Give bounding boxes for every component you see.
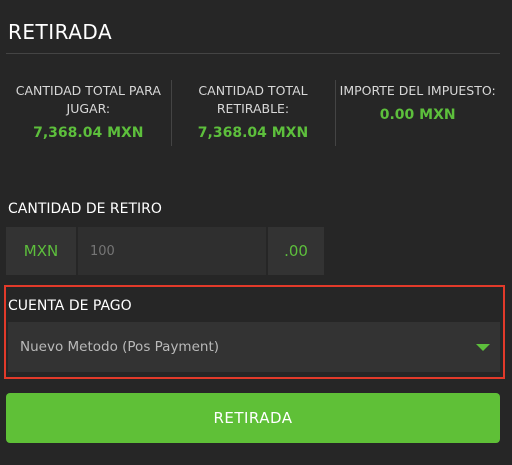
balance-summary: CANTIDAD TOTAL PARA JUGAR: 7,368.04 MXN … [6,80,500,148]
summary-label: CANTIDAD TOTAL PARA JUGAR: [15,83,161,116]
page-title: RETIRADA [8,20,113,44]
summary-total-play: CANTIDAD TOTAL PARA JUGAR: 7,368.04 MXN [6,80,171,148]
summary-value: 0.00 MXN [379,107,456,123]
payment-account-value: Nuevo Metodo (Pos Payment) [20,339,220,355]
summary-total-withdrawable: CANTIDAD TOTAL RETIRABLE: 7,368.04 MXN [170,80,336,148]
payment-account-label: CUENTA DE PAGO [8,298,132,314]
summary-label: CANTIDAD TOTAL RETIRABLE: [198,83,308,116]
summary-value: 7,368.04 MXN [197,125,309,141]
withdraw-amount-row: MXN .00 [6,227,324,275]
withdraw-amount-input[interactable] [78,227,266,275]
title-divider [6,53,500,54]
summary-tax-amount: IMPORTE DEL IMPUESTO: 0.00 MXN [335,80,500,148]
withdrawal-page: RETIRADA CANTIDAD TOTAL PARA JUGAR: 7,36… [0,0,512,465]
currency-prefix: MXN [6,227,76,275]
withdraw-amount-label: CANTIDAD DE RETIRO [8,201,162,217]
summary-label: IMPORTE DEL IMPUESTO: [339,83,496,98]
withdraw-button[interactable]: RETIRADA [6,393,500,443]
summary-value: 7,368.04 MXN [33,125,144,141]
cents-suffix: .00 [268,227,324,275]
payment-account-select[interactable]: Nuevo Metodo (Pos Payment) [8,322,500,372]
chevron-down-icon [476,343,490,351]
